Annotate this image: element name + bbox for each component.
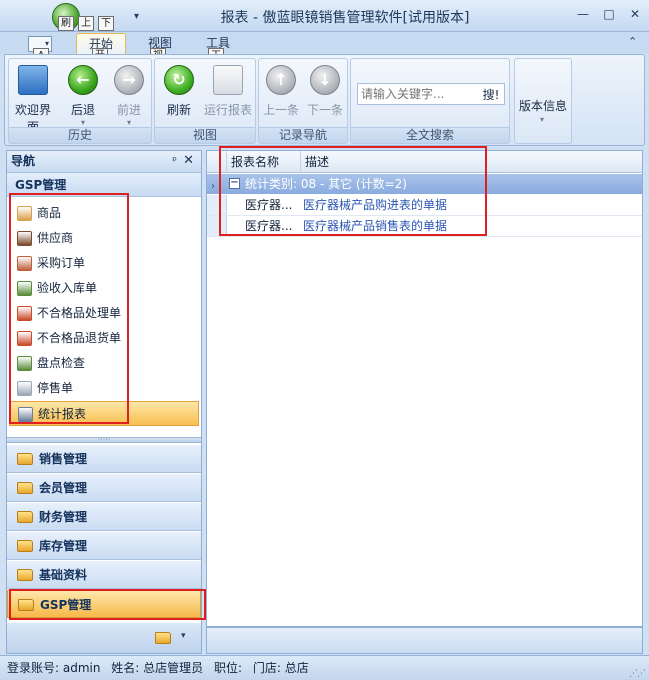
close-button[interactable]: ✕ [624, 5, 646, 23]
nav-group[interactable]: 财务管理 [7, 503, 201, 531]
version-info-label: 版本信息 [518, 99, 567, 113]
status-role: 职位: [213, 661, 243, 675]
chevron-down-icon: ▾ [80, 118, 85, 127]
folder-icon[interactable] [155, 632, 171, 644]
resize-grip-icon[interactable]: ⋰⋰ [629, 662, 646, 680]
run-report-label: 运行报表 [203, 103, 252, 117]
version-info-button[interactable]: 版本信息 ▾ [514, 58, 572, 144]
search-button[interactable]: 搜! [478, 84, 504, 104]
chevron-down-icon: ▾ [45, 39, 50, 48]
forward-button[interactable]: → 前进 ▾ [107, 65, 151, 127]
quick-access-dropdown-icon[interactable]: ▾ [134, 11, 139, 22]
nav-group-label: 财务管理 [39, 510, 88, 524]
folder-icon [17, 482, 33, 494]
arrow-down-icon: ↓ [310, 65, 340, 95]
group-label-view: 视图 [155, 127, 255, 143]
nav-group-label: 销售管理 [39, 452, 88, 466]
folder-icon [17, 569, 33, 581]
folder-icon [17, 540, 33, 552]
search-input[interactable] [358, 84, 478, 104]
grid-footer [206, 627, 643, 654]
pin-icon[interactable]: ᵖ [172, 154, 177, 167]
group-fulltext-search: 搜! 全文搜索 [350, 58, 510, 144]
report-search-icon [213, 65, 243, 95]
group-label-fulltext: 全文搜索 [351, 127, 509, 143]
folder-icon [17, 453, 33, 465]
status-store: 门店: 总店 [252, 661, 309, 675]
nav-footer: ▾ [7, 623, 201, 653]
status-name: 姓名: 总店管理员 [111, 661, 204, 675]
chevron-down-icon: ▾ [540, 115, 545, 124]
next-record-button[interactable]: ↓ 下一条 [303, 65, 347, 118]
run-report-button[interactable]: 运行报表 [201, 65, 255, 118]
refresh-button[interactable]: ↻ 刷新 [157, 65, 201, 118]
nav-group[interactable]: 会员管理 [7, 474, 201, 502]
key-tip-refresh: 刷 [58, 16, 74, 31]
key-tip-down: 下 [98, 16, 114, 31]
collapse-ribbon-icon[interactable]: ⌃ [628, 35, 637, 48]
minimize-button[interactable]: — [572, 5, 594, 23]
back-button[interactable]: ← 后退 ▾ [61, 65, 105, 127]
nav-splitter[interactable]: ····· [7, 436, 201, 444]
arrow-left-icon: ← [68, 65, 98, 95]
highlight-box-nav-items [9, 193, 129, 424]
highlight-box-gsp-group [9, 589, 206, 620]
nav-group-label: 会员管理 [39, 481, 88, 495]
nav-group-label: 库存管理 [39, 539, 88, 553]
group-record-nav: ↑ 上一条 ↓ 下一条 记录导航 [258, 58, 348, 144]
nav-group[interactable]: 基础资料 [7, 561, 201, 589]
nav-group[interactable]: 销售管理 [7, 445, 201, 473]
group-view: ↻ 刷新 运行报表 视图 [154, 58, 256, 144]
key-tip-up: 上 [78, 16, 94, 31]
next-record-label: 下一条 [306, 103, 343, 117]
search-box: 搜! [357, 83, 505, 105]
highlight-box-grid [219, 146, 487, 236]
status-bar: 登录账号: admin 姓名: 总店管理员 职位: 门店: 总店 ⋰⋰ [0, 655, 649, 680]
prev-record-button[interactable]: ↑ 上一条 [259, 65, 303, 118]
chevron-down-icon: ▾ [126, 118, 131, 127]
home-icon [18, 65, 48, 95]
status-account: 登录账号: admin [7, 661, 101, 675]
maximize-button[interactable]: □ [598, 5, 620, 23]
prev-record-label: 上一条 [262, 103, 299, 117]
back-label: 后退 [70, 103, 95, 117]
arrow-right-icon: → [114, 65, 144, 95]
window-title: 报表 - 傲蓝眼镜销售管理软件[试用版本] [220, 10, 470, 26]
welcome-button[interactable]: 欢迎界面 [11, 65, 55, 135]
group-label-record-nav: 记录导航 [259, 127, 347, 143]
refresh-icon: ↻ [164, 65, 194, 95]
nav-title: 导航 [11, 154, 36, 168]
forward-label: 前进 [116, 103, 141, 117]
group-label-history: 历史 [9, 127, 151, 143]
group-history: 欢迎界面 ← 后退 ▾ → 前进 ▾ 历史 [8, 58, 152, 144]
chevron-down-icon[interactable]: ▾ [181, 631, 186, 641]
nav-group[interactable]: 库存管理 [7, 532, 201, 560]
refresh-label: 刷新 [166, 103, 191, 117]
nav-close-icon[interactable]: ✕ [183, 153, 194, 168]
row-indicator-icon: › [211, 181, 215, 192]
nav-group-label: 基础资料 [39, 568, 88, 582]
arrow-up-icon: ↑ [266, 65, 296, 95]
folder-icon [17, 511, 33, 523]
